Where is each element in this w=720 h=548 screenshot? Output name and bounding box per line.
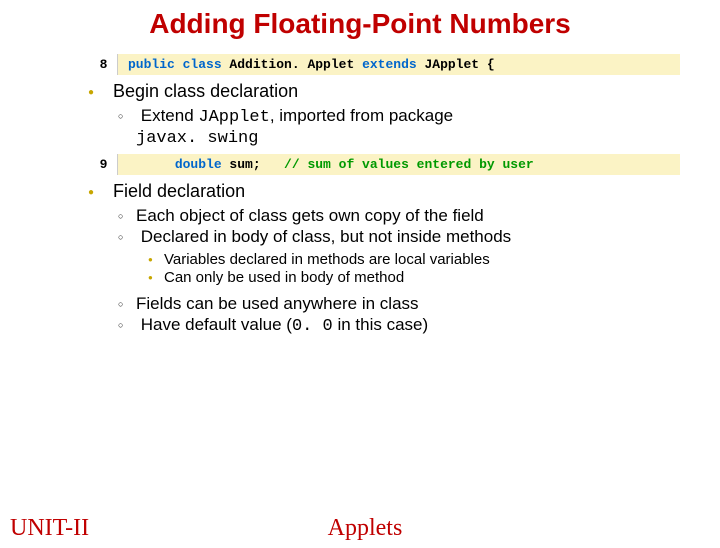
footer-center: Applets [190,515,540,542]
sub-extend-japplet: Extend JApplet, imported from package ja… [136,106,680,148]
sub-fields-anywhere: Fields can be used anywhere in class [136,294,680,314]
bullet-field-declaration: Field declaration Each object of class g… [108,181,680,336]
sub2-body-only: Can only be used in body of method [164,269,680,286]
bullet-begin-class: Begin class declaration Extend JApplet, … [108,81,680,148]
code-text: public class Addition. Applet extends JA… [118,54,680,75]
slide-title: Adding Floating-Point Numbers [80,8,640,40]
line-number: 9 [90,154,118,175]
sub-each-object: Each object of class gets own copy of th… [136,206,680,226]
code-line-1: 8 public class Addition. Applet extends … [90,54,680,75]
sub-default-value: Have default value (0. 0 in this case) [136,315,680,336]
footer-left: UNIT-II [10,515,190,542]
code-text: double sum; // sum of values entered by … [118,154,680,175]
sub-declared-body: Declared in body of class, but not insid… [136,227,680,286]
line-number: 8 [90,54,118,75]
code-line-2: 9 double sum; // sum of values entered b… [90,154,680,175]
slide-body: 8 public class Addition. Applet extends … [70,54,680,336]
slide-footer: UNIT-II Applets [0,515,720,548]
sub2-local-vars: Variables declared in methods are local … [164,251,680,268]
